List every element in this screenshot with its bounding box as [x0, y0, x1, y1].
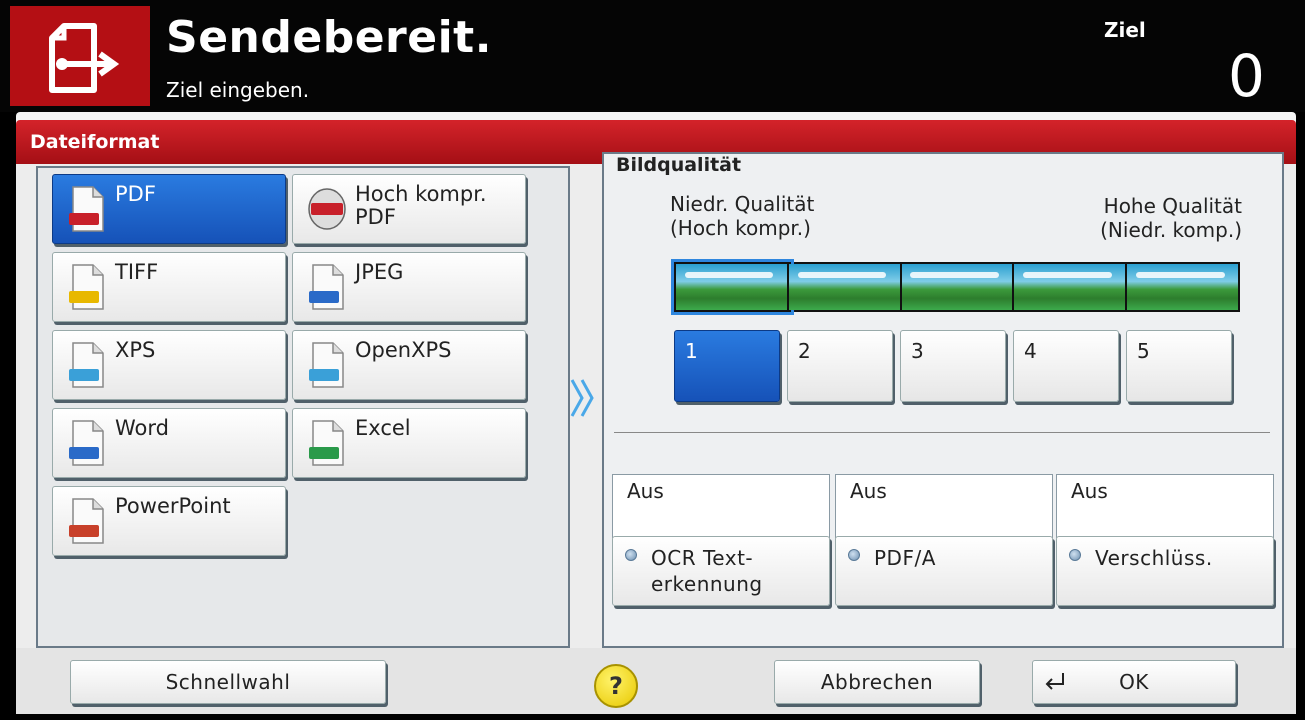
compressed-document-icon	[308, 188, 346, 230]
document-icon	[309, 420, 344, 466]
quality-preview-strip	[671, 259, 1240, 315]
ok-button[interactable]: OK	[1032, 660, 1236, 704]
document-icon	[309, 342, 344, 388]
option-group-ocr: Aus OCR Text-erkennung	[612, 474, 830, 608]
destination-count: 0	[1228, 42, 1265, 110]
quality-level-label: 4	[1024, 339, 1037, 363]
double-chevron-right-icon	[570, 379, 594, 417]
quality-level-button-1[interactable]: 1	[674, 330, 780, 402]
quality-level-label: 3	[911, 339, 924, 363]
format-button-pdf[interactable]: PDF	[52, 174, 286, 244]
document-icon	[69, 498, 104, 544]
quality-preview-thumbnail	[671, 259, 794, 315]
send-document-icon	[49, 23, 120, 93]
format-label: Word	[115, 416, 169, 440]
option-status-value: Aus	[1071, 479, 1108, 503]
quality-level-button-5[interactable]: 5	[1126, 330, 1232, 402]
format-button-oxps[interactable]: OpenXPS	[292, 330, 526, 400]
option-button-encryption[interactable]: Verschlüss.	[1056, 536, 1274, 606]
page-title: Sendebereit.	[166, 12, 492, 63]
format-label: OpenXPS	[355, 338, 452, 362]
image-quality-box: Bildqualität Niedr. Qualität (Hoch kompr.…	[602, 152, 1284, 648]
page-subtitle: Ziel eingeben.	[166, 78, 310, 102]
document-icon	[69, 342, 104, 388]
option-group-pdfa: Aus PDF/A	[835, 474, 1053, 608]
option-label: OCR Text-erkennung	[651, 546, 763, 596]
quality-level-button-4[interactable]: 4	[1013, 330, 1119, 402]
format-label: Excel	[355, 416, 411, 440]
panel-title: Dateiformat	[30, 131, 160, 153]
quality-level-buttons: 1 2 3 4 5	[674, 330, 1238, 402]
header: Sendebereit. Ziel eingeben. Ziel 0	[0, 0, 1305, 112]
option-status: Aus	[1056, 474, 1274, 538]
indicator-dot-icon	[1069, 549, 1081, 561]
quality-preview-thumbnail	[1127, 264, 1238, 310]
panel-body: PDF Hoch kompr. PDF TIFF JPEG XPS OpenXPS Word E…	[16, 152, 1296, 658]
option-label: PDF/A	[874, 546, 936, 570]
format-label: TIFF	[115, 260, 159, 284]
quality-preview-thumbnail	[1014, 264, 1128, 310]
image-quality-title: Bildqualität	[616, 154, 742, 176]
format-button-docx[interactable]: Word	[52, 408, 286, 478]
format-button-tiff[interactable]: TIFF	[52, 252, 286, 322]
format-label: JPEG	[355, 260, 404, 284]
document-icon	[69, 264, 104, 310]
option-button-ocr[interactable]: OCR Text-erkennung	[612, 536, 830, 606]
format-label: Hoch kompr. PDF	[355, 182, 487, 229]
quality-level-label: 5	[1137, 339, 1150, 363]
format-list: PDF Hoch kompr. PDF TIFF JPEG XPS OpenXPS Word E…	[36, 166, 570, 648]
quality-preview-thumbnail	[901, 264, 1015, 310]
quality-level-button-3[interactable]: 3	[900, 330, 1006, 402]
quality-preview-thumbnail	[788, 264, 902, 310]
ok-label: OK	[1119, 670, 1149, 694]
indicator-dot-icon	[848, 549, 860, 561]
format-button-xlsx[interactable]: Excel	[292, 408, 526, 478]
format-button-pptx[interactable]: PowerPoint	[52, 486, 286, 556]
low-quality-label: Niedr. Qualität (Hoch kompr.)	[670, 192, 815, 240]
divider	[614, 432, 1270, 433]
format-label: PDF	[115, 182, 156, 206]
document-icon	[69, 186, 104, 232]
send-status-icon	[10, 6, 150, 106]
option-button-pdfa[interactable]: PDF/A	[835, 536, 1053, 606]
quick-dial-button[interactable]: Schnellwahl	[70, 660, 386, 704]
option-label: Verschlüss.	[1095, 546, 1213, 570]
high-quality-label: Hohe Qualität (Niedr. komp.)	[1100, 194, 1242, 242]
indicator-dot-icon	[625, 549, 637, 561]
format-button-jpeg[interactable]: JPEG	[292, 252, 526, 322]
quality-level-label: 2	[798, 339, 811, 363]
format-label: XPS	[115, 338, 156, 362]
format-button-pdf-high-compression[interactable]: Hoch kompr. PDF	[292, 174, 526, 244]
quality-level-label: 1	[685, 339, 698, 363]
cancel-button[interactable]: Abbrechen	[774, 660, 980, 704]
document-icon	[69, 420, 104, 466]
option-status: Aus	[612, 474, 830, 538]
option-group-encryption: Aus Verschlüss.	[1056, 474, 1274, 608]
option-status: Aus	[835, 474, 1053, 538]
destination-label: Ziel	[1104, 18, 1146, 42]
document-icon	[309, 264, 344, 310]
format-button-xps[interactable]: XPS	[52, 330, 286, 400]
format-label: PowerPoint	[115, 494, 231, 518]
footer-bar: Schnellwahl ? Abbrechen OK	[16, 648, 1296, 714]
help-button[interactable]: ?	[594, 664, 638, 708]
option-status-value: Aus	[850, 479, 887, 503]
option-status-value: Aus	[627, 479, 664, 503]
quality-level-button-2[interactable]: 2	[787, 330, 893, 402]
file-format-panel: Dateiformat PDF Hoch kompr. PDF TIFF JPEG XPS…	[16, 112, 1296, 658]
